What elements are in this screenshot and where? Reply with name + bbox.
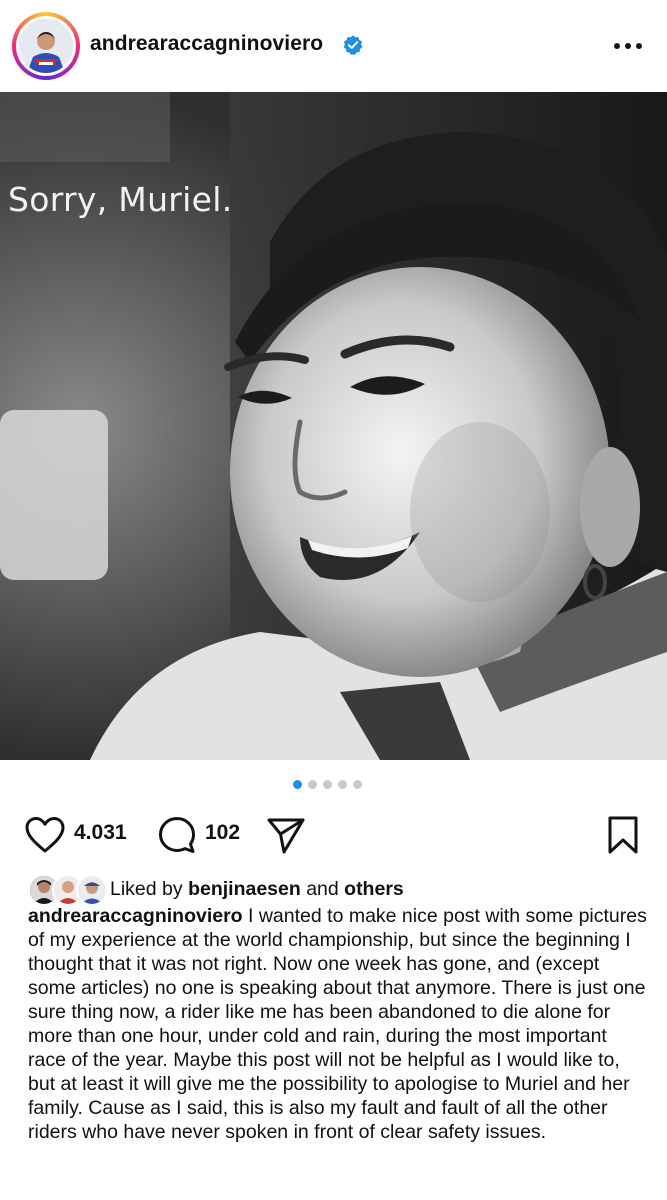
more-options-icon — [614, 43, 620, 49]
carousel-dot[interactable] — [338, 780, 347, 789]
carousel-dot[interactable] — [308, 780, 317, 789]
liked-by-text: Liked by benjinaesen and others — [110, 878, 404, 900]
bookmark-icon[interactable] — [606, 815, 640, 855]
carousel-dot[interactable] — [323, 780, 332, 789]
comment-icon[interactable] — [157, 815, 197, 855]
more-options-button[interactable] — [608, 34, 648, 58]
post-username[interactable]: andrearaccagninoviero — [90, 32, 323, 56]
avatar[interactable] — [19, 19, 73, 73]
photo-overlay-text: Sorry, Muriel. — [8, 180, 233, 219]
comment-count[interactable]: 102 — [205, 821, 240, 845]
liked-by-username[interactable]: benjinaesen — [188, 878, 301, 900]
post-photo[interactable]: Sorry, Muriel. — [0, 92, 667, 760]
verified-badge-icon — [343, 35, 363, 55]
story-ring[interactable] — [12, 12, 80, 80]
caption-text: I wanted to make nice post with some pic… — [28, 905, 647, 1143]
carousel-dot[interactable] — [293, 780, 302, 789]
carousel-dot[interactable] — [353, 780, 362, 789]
carousel-indicator — [293, 780, 362, 792]
post-header: andrearaccagninoviero — [0, 0, 667, 92]
like-count[interactable]: 4.031 — [74, 821, 127, 845]
liked-by-avatar — [76, 874, 108, 906]
caption-username[interactable]: andrearaccagninoviero — [28, 905, 243, 927]
heart-icon[interactable] — [24, 816, 66, 854]
post-actions: 4.031 102 — [0, 808, 667, 858]
liked-by-others[interactable]: others — [344, 878, 404, 900]
share-icon[interactable] — [266, 815, 306, 855]
post-caption: andrearaccagninoviero I wanted to make n… — [28, 904, 648, 1144]
